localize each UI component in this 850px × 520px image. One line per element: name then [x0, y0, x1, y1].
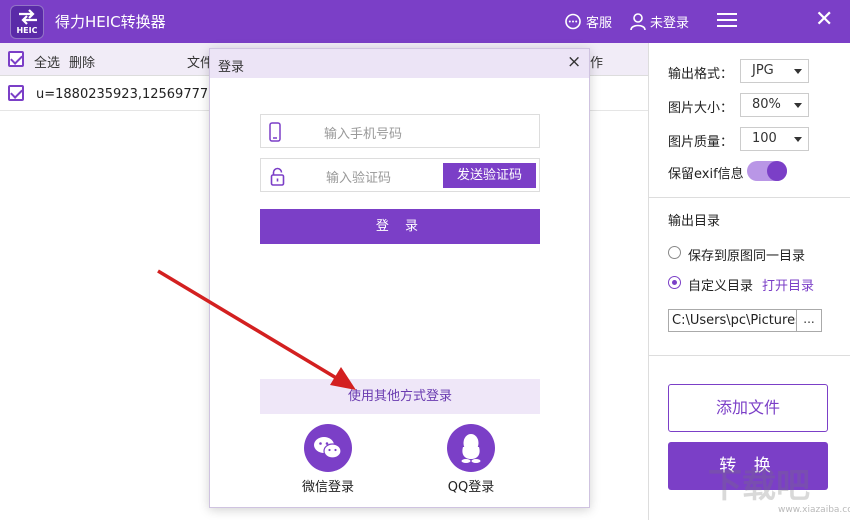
menu-icon[interactable]	[717, 13, 737, 29]
login-dialog: 登录 × 输入手机号码 输入验证码 发送验证码 登 录 使用其他方式登录 微信登…	[209, 48, 590, 508]
user-status-label: 未登录	[650, 16, 690, 31]
section-divider	[649, 355, 850, 356]
chevron-down-icon	[794, 103, 802, 108]
user-login-button[interactable]: 未登录	[630, 12, 689, 31]
radio-custom-dir[interactable]	[668, 276, 681, 289]
image-quality-value: 100	[752, 131, 777, 146]
image-size-value: 80%	[752, 97, 781, 112]
phone-input[interactable]: 输入手机号码	[260, 114, 540, 148]
image-quality-label: 图片质量：	[668, 135, 734, 150]
qq-login-label: QQ登录	[447, 480, 495, 495]
code-placeholder: 输入验证码	[326, 171, 392, 186]
watermark-url: www.xiazaiba.com	[778, 505, 850, 515]
customer-service-label: 客服	[586, 16, 613, 31]
section-divider	[649, 197, 850, 198]
qq-icon	[447, 424, 495, 472]
wechat-icon	[304, 424, 352, 472]
logo-text: HEIC	[16, 26, 38, 35]
phone-icon	[269, 122, 281, 142]
send-code-button[interactable]: 发送验证码	[443, 163, 536, 188]
toggle-knob	[767, 161, 787, 181]
panel-divider	[648, 43, 649, 520]
qq-login-button[interactable]: QQ登录	[441, 424, 501, 495]
select-all-checkbox[interactable]	[8, 51, 24, 67]
close-icon[interactable]: ×	[567, 52, 581, 72]
output-format-select[interactable]: JPG	[740, 59, 809, 83]
row-checkbox[interactable]	[8, 85, 24, 101]
output-format-label: 输出格式：	[668, 67, 734, 82]
image-size-label: 图片大小：	[668, 101, 734, 116]
window-close-icon[interactable]: ✕	[815, 9, 833, 31]
browse-button[interactable]: ...	[796, 309, 822, 332]
code-input[interactable]: 输入验证码 发送验证码	[260, 158, 540, 192]
delete-button[interactable]: 删除	[69, 52, 95, 71]
operation-column-header: 作	[590, 56, 604, 71]
convert-arrows-icon	[19, 9, 37, 25]
keep-exif-toggle[interactable]	[747, 161, 787, 181]
user-icon	[630, 12, 646, 30]
app-title: 得力HEIC转换器	[55, 13, 166, 31]
other-login-methods[interactable]: 使用其他方式登录	[260, 379, 540, 414]
image-quality-select[interactable]: 100	[740, 127, 809, 151]
dialog-header: 登录 ×	[210, 49, 589, 78]
watermark-logo: 下载吧	[708, 466, 810, 506]
customer-service-button[interactable]: 客服	[564, 12, 612, 31]
image-size-select[interactable]: 80%	[740, 93, 809, 117]
keep-exif-label: 保留exif信息	[668, 167, 744, 182]
output-path-input[interactable]: C:\Users\pc\Pictures	[668, 309, 797, 332]
chevron-down-icon	[794, 137, 802, 142]
radio-same-dir[interactable]	[668, 246, 681, 259]
phone-placeholder: 输入手机号码	[324, 127, 403, 142]
app-logo: HEIC	[10, 5, 44, 39]
chevron-down-icon	[794, 69, 802, 74]
radio-same-dir-label[interactable]: 保存到原图同一目录	[688, 245, 805, 264]
chat-bubble-icon	[565, 13, 581, 29]
output-format-value: JPG	[752, 63, 774, 78]
radio-custom-dir-label[interactable]: 自定义目录	[688, 275, 753, 294]
title-bar: HEIC 得力HEIC转换器 客服 未登录 ✕	[0, 0, 850, 43]
lock-icon	[270, 167, 285, 186]
wechat-login-button[interactable]: 微信登录	[298, 424, 358, 495]
login-button[interactable]: 登 录	[260, 209, 540, 244]
file-name: u=1880235923,1256977779	[36, 87, 225, 102]
add-file-button[interactable]: 添加文件	[668, 384, 828, 432]
wechat-login-label: 微信登录	[301, 480, 354, 495]
output-dir-label: 输出目录	[668, 214, 721, 229]
open-dir-link[interactable]: 打开目录	[762, 275, 814, 294]
select-all-label[interactable]: 全选	[34, 52, 60, 71]
dialog-title: 登录	[218, 60, 245, 75]
